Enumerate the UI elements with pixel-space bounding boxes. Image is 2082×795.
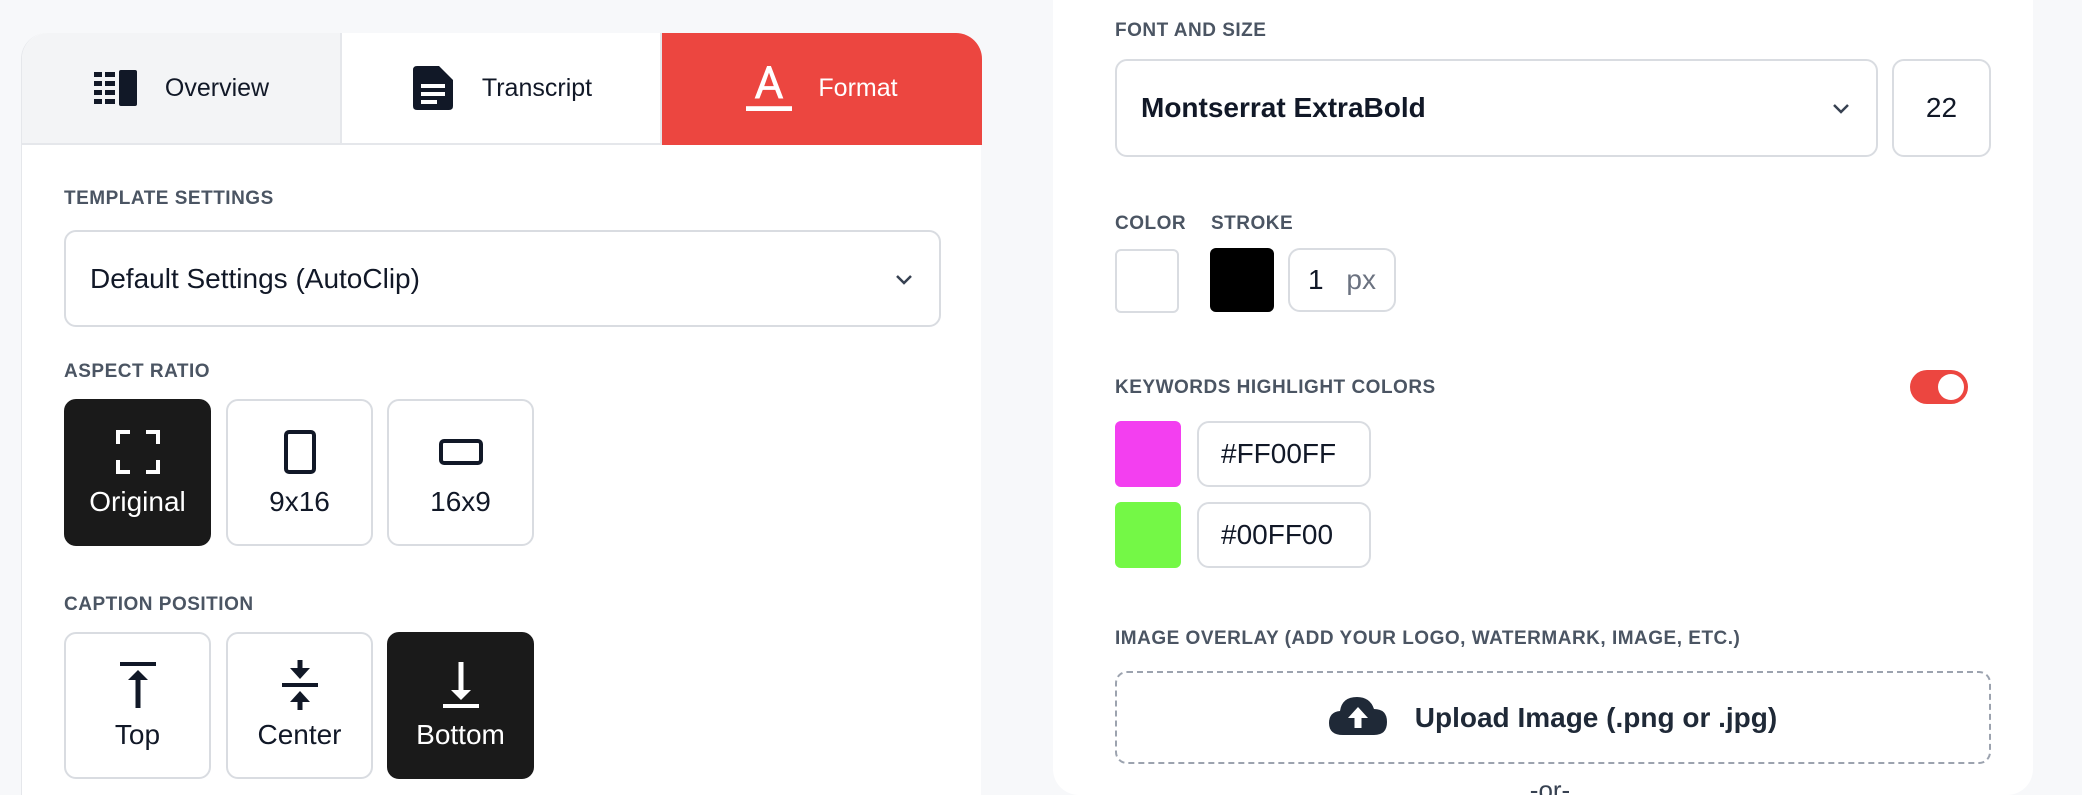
template-settings-label: TEMPLATE SETTINGS: [64, 188, 274, 209]
font-family-select[interactable]: Montserrat ExtraBold: [1115, 59, 1878, 157]
upload-image-label: Upload Image (.png or .jpg): [1414, 701, 1778, 733]
portrait-icon: [276, 428, 324, 476]
landscape-icon: [437, 428, 485, 476]
color-label: COLOR: [1115, 213, 1187, 234]
keyword-color-input-1[interactable]: #FF00FF: [1197, 421, 1371, 487]
caption-top-label: Top: [114, 718, 161, 750]
chevron-down-icon: [1830, 101, 1852, 115]
upload-image-button[interactable]: Upload Image (.png or .jpg): [1115, 671, 1991, 764]
caption-center-button[interactable]: Center: [226, 632, 373, 779]
chevron-down-icon: [893, 272, 915, 286]
aspect-16x9-button[interactable]: 16x9: [387, 399, 534, 546]
or-divider-text: -or-: [1529, 775, 1571, 795]
aspect-ratio-label: ASPECT RATIO: [64, 361, 211, 382]
keyword-color-hex-1: #FF00FF: [1221, 438, 1337, 469]
font-size-input[interactable]: 22: [1892, 59, 1991, 157]
aspect-original-button[interactable]: Original: [64, 399, 211, 546]
font-family-value: Montserrat ExtraBold: [1141, 92, 1426, 123]
tab-format-label: Format: [818, 73, 898, 102]
keyword-color-swatch-2[interactable]: [1115, 502, 1181, 568]
stroke-unit: px: [1346, 264, 1376, 295]
format-panel: Overview Transcript Format TEMPLATE SETT…: [21, 33, 982, 795]
tab-overview[interactable]: Overview: [22, 33, 342, 145]
fullscreen-icon: [114, 428, 162, 476]
caption-bottom-label: Bottom: [416, 718, 505, 750]
aspect-original-label: Original: [89, 485, 186, 517]
caption-center-label: Center: [257, 718, 342, 750]
tab-overview-label: Overview: [164, 73, 270, 102]
stroke-color-swatch[interactable]: [1210, 248, 1274, 312]
aspect-16x9-label: 16x9: [430, 485, 491, 517]
tab-transcript-label: Transcript: [481, 73, 593, 102]
caption-position-label: CAPTION POSITION: [64, 594, 254, 615]
keyword-color-input-2[interactable]: #00FF00: [1197, 502, 1371, 568]
keyword-color-hex-2: #00FF00: [1221, 519, 1334, 550]
page: Overview Transcript Format TEMPLATE SETT…: [0, 0, 2082, 795]
keyword-color-swatch-1[interactable]: [1115, 421, 1181, 487]
tab-transcript[interactable]: Transcript: [342, 33, 662, 145]
tab-bar: Overview Transcript Format: [22, 33, 982, 145]
caption-top-button[interactable]: Top: [64, 632, 211, 779]
template-settings-value: Default Settings (AutoClip): [90, 262, 420, 294]
align-center-icon: [276, 659, 324, 710]
keywords-label: KEYWORDS HIGHLIGHT COLORS: [1115, 377, 1436, 398]
image-overlay-label: IMAGE OVERLAY (ADD YOUR LOGO, WATERMARK,…: [1115, 628, 1741, 649]
font-size-value: 22: [1925, 92, 1958, 123]
template-settings-select[interactable]: Default Settings (AutoClip): [64, 230, 941, 327]
text-color-swatch[interactable]: [1115, 249, 1179, 313]
stroke-width-value: 1: [1308, 264, 1324, 295]
stroke-width-input[interactable]: 1 px: [1288, 248, 1396, 312]
font-and-size-label: FONT AND SIZE: [1115, 20, 1267, 41]
align-bottom-icon: [437, 661, 485, 709]
document-icon: [410, 65, 456, 111]
tab-format[interactable]: Format: [662, 33, 982, 145]
cloud-upload-icon: [1328, 695, 1387, 740]
keywords-toggle[interactable]: [1910, 370, 1968, 404]
aspect-9x16-button[interactable]: 9x16: [226, 399, 373, 546]
stroke-label: STROKE: [1211, 213, 1294, 234]
aspect-9x16-label: 9x16: [269, 485, 330, 517]
overview-icon: [93, 65, 139, 111]
text-format-icon: [746, 65, 793, 111]
align-top-icon: [114, 661, 162, 709]
toggle-knob: [1938, 374, 1964, 400]
caption-bottom-button[interactable]: Bottom: [387, 632, 534, 779]
